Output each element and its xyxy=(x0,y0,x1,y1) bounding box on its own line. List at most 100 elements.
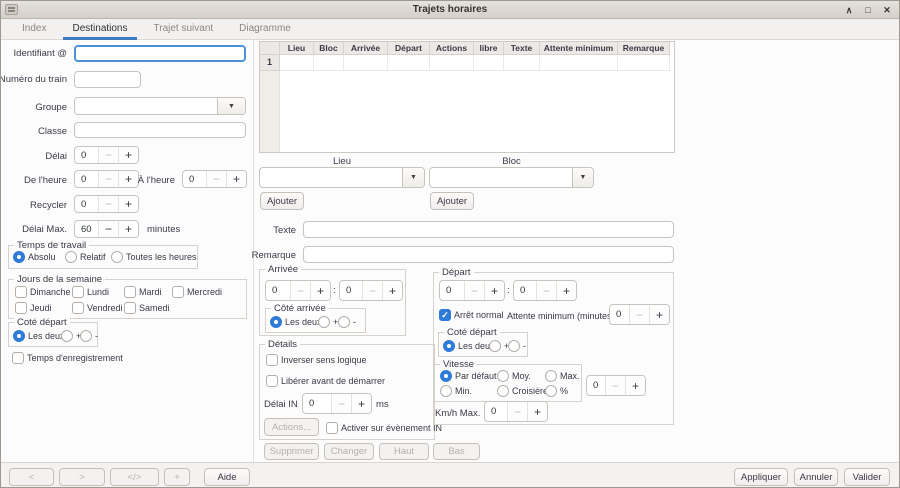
table-row[interactable]: 1 xyxy=(260,55,674,71)
spin-value[interactable]: 0 xyxy=(75,171,98,187)
decrement-button[interactable]: − xyxy=(331,394,351,413)
radio-vitesse-par-defaut[interactable] xyxy=(440,370,452,382)
increment-button[interactable]: + xyxy=(484,281,504,300)
checkbox-mercredi[interactable] xyxy=(172,286,184,298)
decrement-button[interactable]: − xyxy=(98,171,118,187)
checkbox-jeudi[interactable] xyxy=(15,302,27,314)
increment-button[interactable]: + xyxy=(118,147,138,163)
classe-input[interactable] xyxy=(74,122,246,138)
radio-vitesse-min[interactable] xyxy=(440,385,452,397)
spin-value[interactable]: 0 xyxy=(514,281,536,300)
radio-vitesse-croisiere[interactable] xyxy=(497,385,509,397)
haut-button[interactable]: Haut xyxy=(379,443,429,460)
table-header-attente[interactable]: Attente minimum xyxy=(540,42,618,55)
lieu-combobox[interactable]: ▼ xyxy=(259,167,425,188)
annuler-button[interactable]: Annuler xyxy=(794,468,838,486)
minimize-button[interactable]: ∧ xyxy=(842,4,856,16)
numero-train-input[interactable] xyxy=(74,71,141,88)
spin-value[interactable]: 0 xyxy=(266,281,290,300)
bloc-combobox[interactable]: ▼ xyxy=(429,167,594,188)
table-header-remarque[interactable]: Remarque xyxy=(618,42,670,55)
increment-button[interactable]: + xyxy=(649,305,669,324)
table-header-libre[interactable]: libre xyxy=(474,42,504,55)
spin-value[interactable]: 0 xyxy=(183,171,206,187)
radio-relatif[interactable] xyxy=(65,251,77,263)
checkbox-activer-evenement-in[interactable] xyxy=(326,422,338,434)
radio-depart-les-deux[interactable] xyxy=(443,340,455,352)
groupe-dropdown-button[interactable]: ▼ xyxy=(217,98,245,114)
aide-button[interactable]: Aide xyxy=(204,468,250,486)
decrement-button[interactable]: − xyxy=(605,376,625,395)
ajouter-bloc-button[interactable]: Ajouter xyxy=(430,192,474,210)
table-cell-actions[interactable] xyxy=(430,55,474,71)
table-cell-attente[interactable] xyxy=(540,55,618,71)
code-button[interactable]: </> xyxy=(110,468,159,486)
tab-trajet-suivant[interactable]: Trajet suivant xyxy=(141,19,227,40)
radio-cote-arrivee-les-deux[interactable] xyxy=(270,316,282,328)
lieu-combobox-entry[interactable] xyxy=(260,168,402,187)
spin-value[interactable]: 0 xyxy=(587,376,605,395)
decrement-button[interactable]: − xyxy=(536,281,556,300)
decrement-button[interactable]: − xyxy=(290,281,310,300)
radio-cote-arrivee-plus[interactable] xyxy=(318,316,330,328)
spin-value[interactable]: 0 xyxy=(440,281,464,300)
decrement-button[interactable]: − xyxy=(507,402,527,421)
row-number-cell[interactable]: 1 xyxy=(260,55,280,71)
tab-index[interactable]: Index xyxy=(9,19,59,40)
increment-button[interactable]: + xyxy=(351,394,371,413)
lieu-dropdown-button[interactable]: ▼ xyxy=(402,168,424,187)
radio-toutes-les-heures[interactable] xyxy=(111,251,123,263)
checkbox-dimanche[interactable] xyxy=(15,286,27,298)
next-button[interactable]: > xyxy=(59,468,105,486)
radio-vitesse-max[interactable] xyxy=(545,370,557,382)
decrement-button[interactable]: − xyxy=(206,171,226,187)
increment-button[interactable]: + xyxy=(226,171,246,187)
radio-absolu[interactable] xyxy=(13,251,25,263)
checkbox-samedi[interactable] xyxy=(124,302,136,314)
previous-button[interactable]: < xyxy=(9,468,54,486)
table-header-lieu[interactable]: Lieu xyxy=(280,42,314,55)
actions-button[interactable]: Actions... xyxy=(264,418,319,436)
table-header-depart[interactable]: Départ xyxy=(388,42,430,55)
table-cell-arrivee[interactable] xyxy=(344,55,388,71)
add-button[interactable]: + xyxy=(164,468,190,486)
checkbox-liberer-avant-demarrer[interactable] xyxy=(266,375,278,387)
window-titlebar[interactable]: Trajets horaires ∧ □ ✕ xyxy=(1,1,899,19)
spin-value[interactable]: 0 xyxy=(303,394,331,413)
groupe-combobox[interactable]: ▼ xyxy=(74,97,246,115)
table-header-texte[interactable]: Texte xyxy=(504,42,540,55)
radio-depart-moins[interactable] xyxy=(508,340,520,352)
table-header-bloc[interactable]: Bloc xyxy=(314,42,344,55)
table-cell-libre[interactable] xyxy=(474,55,504,71)
checkbox-inverser-sens-logique[interactable] xyxy=(266,354,278,366)
decrement-button[interactable]: − xyxy=(98,221,118,237)
radio-vitesse-moy[interactable] xyxy=(497,370,509,382)
decrement-button[interactable]: − xyxy=(362,281,382,300)
supprimer-button[interactable]: Supprimer xyxy=(264,443,319,460)
changer-button[interactable]: Changer xyxy=(324,443,374,460)
decrement-button[interactable]: − xyxy=(98,147,118,163)
radio-vitesse-pourcent[interactable] xyxy=(545,385,557,397)
radio-cote-arrivee-moins[interactable] xyxy=(338,316,350,328)
decrement-button[interactable]: − xyxy=(629,305,649,324)
groupe-combobox-entry[interactable] xyxy=(75,98,217,114)
texte-input[interactable] xyxy=(303,221,674,238)
table-cell-depart[interactable] xyxy=(388,55,430,71)
increment-button[interactable]: + xyxy=(118,196,138,212)
bas-button[interactable]: Bas xyxy=(433,443,480,460)
radio-cote-depart-plus[interactable] xyxy=(61,330,73,342)
table-cell-texte[interactable] xyxy=(504,55,540,71)
decrement-button[interactable]: − xyxy=(464,281,484,300)
table-header-arrivee[interactable]: Arrivée xyxy=(344,42,388,55)
radio-cote-depart-moins[interactable] xyxy=(80,330,92,342)
bloc-dropdown-button[interactable]: ▼ xyxy=(572,168,593,187)
spin-value[interactable]: 0 xyxy=(75,196,98,212)
table-cell-bloc[interactable] xyxy=(314,55,344,71)
increment-button[interactable]: + xyxy=(625,376,645,395)
ajouter-lieu-button[interactable]: Ajouter xyxy=(260,192,304,210)
bloc-combobox-entry[interactable] xyxy=(430,168,572,187)
increment-button[interactable]: + xyxy=(556,281,576,300)
valider-button[interactable]: Valider xyxy=(844,468,890,486)
radio-depart-plus[interactable] xyxy=(489,340,501,352)
checkbox-arret-normal[interactable]: ✓ xyxy=(439,309,451,321)
